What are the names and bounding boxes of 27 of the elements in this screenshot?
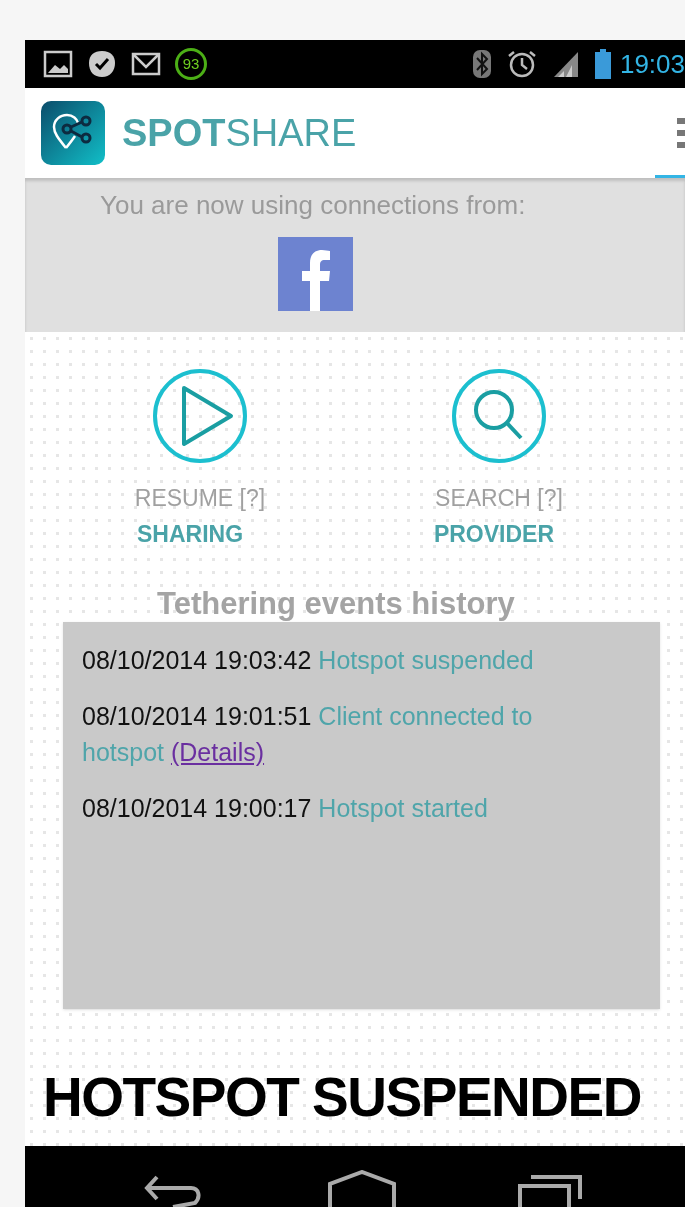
battery-icon — [593, 49, 612, 79]
status-text: HOTSPOT SUSPENDED — [43, 1065, 642, 1129]
action-label[interactable]: RESUME [?] — [134, 484, 266, 512]
search-icon[interactable] — [451, 368, 547, 464]
event-entry: 08/10/2014 19:01:51 Client connected to hotspot (Details) — [82, 701, 534, 768]
history-title: Tethering events history — [157, 586, 515, 622]
app-logo-icon — [40, 100, 106, 166]
chat-check-icon — [87, 49, 117, 79]
details-link[interactable]: (Details) — [170, 738, 265, 766]
overflow-menu-icon[interactable] — [677, 118, 685, 148]
signal-icon — [551, 50, 580, 78]
clock-time: 19:03 — [619, 47, 685, 81]
event-entry: 08/10/2014 19:00:17 Hotspot started — [82, 793, 489, 824]
counter-badge: 93 — [175, 48, 207, 80]
mail-icon — [131, 51, 161, 77]
app-title: SPOTSHARE — [122, 110, 357, 156]
play-icon[interactable] — [152, 368, 248, 464]
action-label[interactable]: SEARCH [?] — [435, 484, 563, 512]
recent-apps-icon[interactable] — [517, 1174, 583, 1207]
facebook-logo-icon[interactable] — [278, 237, 353, 311]
picture-icon — [43, 50, 73, 78]
action-caption: PROVIDER — [433, 520, 555, 548]
home-icon[interactable] — [327, 1170, 397, 1207]
event-entry: 08/10/2014 19:03:42 Hotspot suspended — [82, 645, 535, 676]
connections-label: You are now using connections from: — [100, 189, 526, 222]
bluetooth-icon — [471, 49, 492, 79]
action-caption: SHARING — [136, 520, 244, 548]
